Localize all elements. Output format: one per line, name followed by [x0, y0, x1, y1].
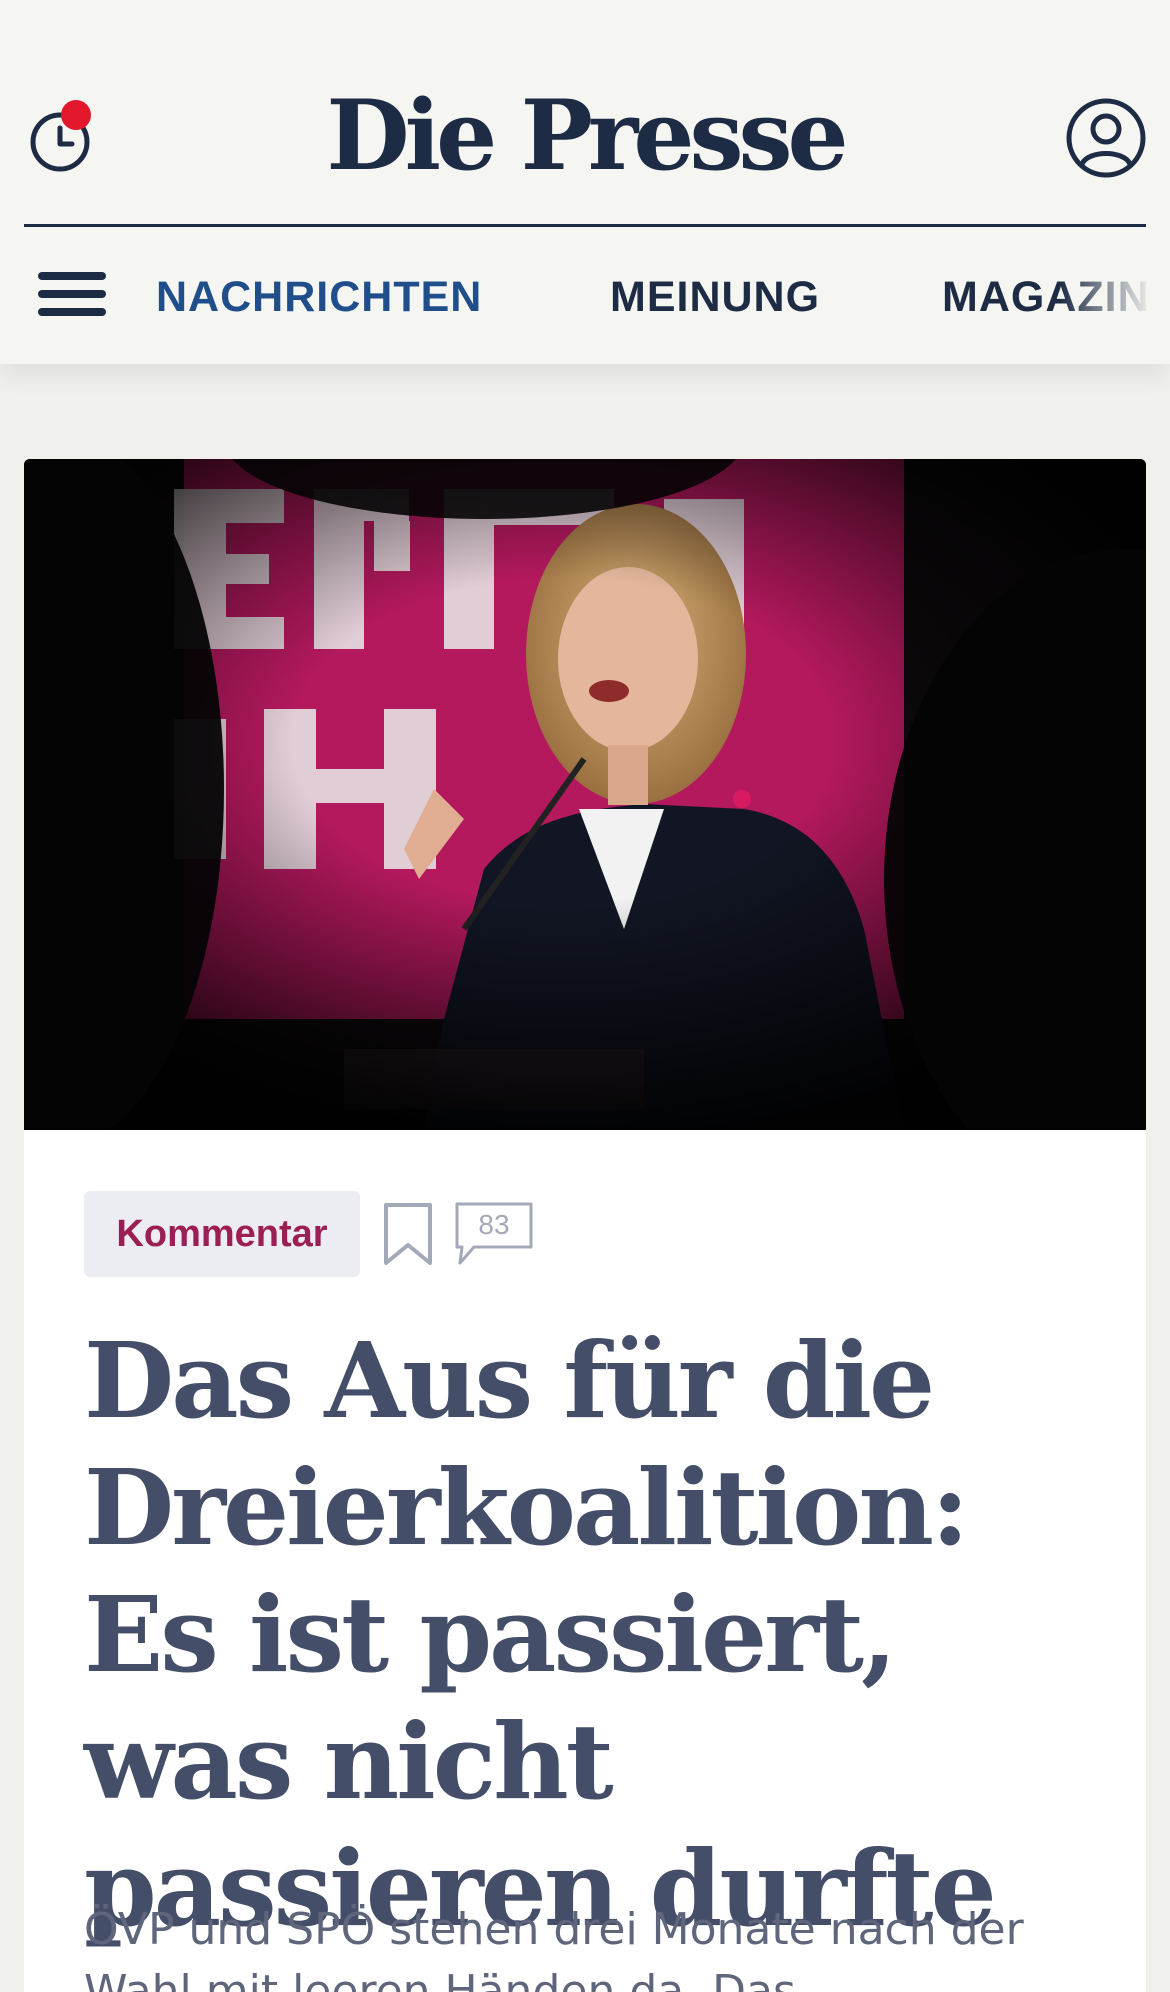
speaker-photo — [24, 459, 1146, 1130]
nav-overflow-fade — [1060, 250, 1170, 340]
user-circle-icon — [1066, 98, 1146, 178]
header-divider — [24, 224, 1146, 227]
top-bar: Die Presse NACHRICHTEN MEINUNG MAGAZIN — [0, 0, 1170, 364]
category-tag[interactable]: Kommentar — [84, 1191, 360, 1277]
comment-count: 83 — [478, 1209, 510, 1240]
account-button[interactable] — [1064, 96, 1148, 180]
hamburger-menu-icon[interactable] — [38, 266, 106, 322]
bookmark-icon — [384, 1203, 432, 1265]
article-card[interactable]: Kommentar 83 Das Aus für die Dreierkoali… — [24, 459, 1146, 1992]
section-nav: NACHRICHTEN MEINUNG MAGAZIN — [0, 250, 1170, 340]
article-lead: ÖVP und SPÖ stehen drei Monate nach der … — [84, 1904, 1024, 1992]
logo[interactable]: Die Presse — [0, 76, 1170, 196]
hero-image[interactable] — [24, 459, 1146, 1130]
comments-button[interactable]: 83 — [454, 1201, 534, 1267]
bookmark-button[interactable] — [382, 1201, 434, 1267]
nav-item-nachrichten[interactable]: NACHRICHTEN — [156, 272, 482, 322]
article-headline[interactable]: Das Aus für die Dreierkoalition: Es ist … — [84, 1317, 1124, 1952]
nav-item-meinung[interactable]: MEINUNG — [610, 272, 820, 322]
